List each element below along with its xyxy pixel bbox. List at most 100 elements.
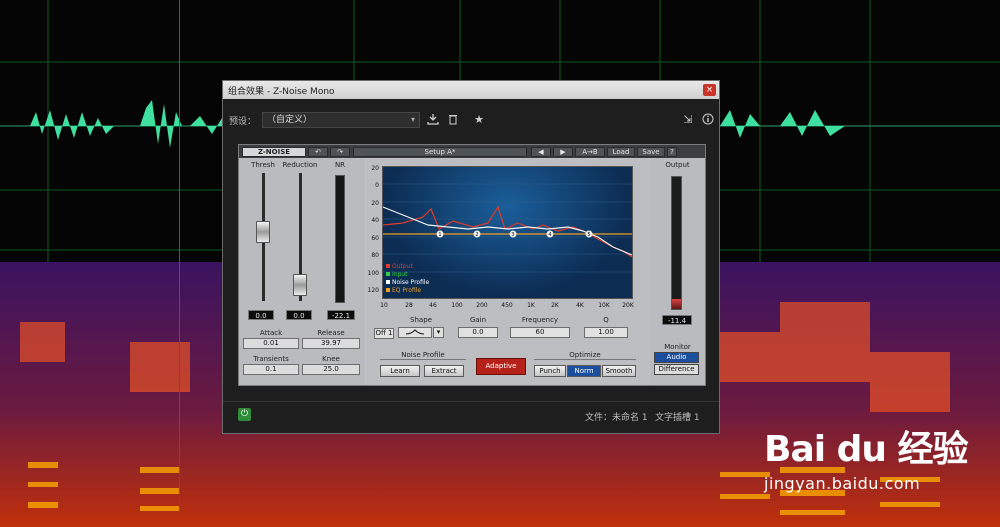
y-tick: 20 bbox=[371, 165, 379, 172]
save-button[interactable]: Save bbox=[637, 146, 665, 157]
reduction-fader-knob[interactable] bbox=[293, 274, 307, 296]
dialog-statusbar: ⏻ 文件：未命名 1 文字插槽 1 bbox=[223, 401, 719, 433]
x-tick: 100 bbox=[451, 302, 463, 309]
dialog-titlebar[interactable]: 组合效果 - Z-Noise Mono × bbox=[223, 81, 719, 99]
knee-label: Knee bbox=[322, 355, 340, 363]
info-icon[interactable] bbox=[701, 113, 715, 127]
reduction-value[interactable]: 0.0 bbox=[286, 310, 312, 320]
preset-label: 预设： bbox=[229, 116, 257, 127]
close-button[interactable]: × bbox=[703, 84, 716, 96]
preset-row: 预设： （自定义） ▾ ★ ⇲ bbox=[229, 111, 715, 129]
preset-select[interactable]: （自定义） ▾ bbox=[262, 112, 421, 128]
legend-eq-profile: EQ Profile bbox=[386, 287, 421, 294]
next-setup-button[interactable]: ▶ bbox=[553, 146, 573, 157]
z-noise-plugin: Z-NOISE ↶ ↷ Setup A* ◀ ▶ A→B Load Save ?… bbox=[238, 144, 706, 386]
band-number-3: 3 bbox=[511, 232, 514, 238]
x-tick: 1K bbox=[527, 302, 535, 309]
noise-profile-label: Noise Profile bbox=[380, 351, 466, 360]
eq-section: 20 0 20 40 60 80 100 120 1 2 3 4 5 Outpu… bbox=[366, 158, 649, 385]
y-tick: 100 bbox=[367, 270, 379, 277]
gain-label: Gain bbox=[469, 316, 487, 324]
setup-name[interactable]: Setup A* bbox=[353, 146, 527, 157]
y-tick: 120 bbox=[367, 287, 379, 294]
redo-button[interactable]: ↷ bbox=[330, 146, 350, 157]
shape-label: Shape bbox=[410, 316, 432, 324]
a-to-b-button[interactable]: A→B bbox=[575, 146, 605, 157]
output-value: -11.4 bbox=[662, 315, 692, 325]
band-number-4: 4 bbox=[548, 232, 551, 238]
nr-label: NR bbox=[334, 161, 346, 169]
y-tick: 0 bbox=[375, 182, 379, 189]
x-tick: 28 bbox=[405, 302, 413, 309]
band-number-2: 2 bbox=[475, 232, 478, 238]
q-value[interactable]: 1.00 bbox=[584, 327, 628, 338]
save-preset-icon[interactable] bbox=[426, 113, 440, 127]
noise-profile-curve bbox=[383, 206, 632, 256]
transients-value[interactable]: 0.1 bbox=[243, 364, 299, 375]
help-button[interactable]: ? bbox=[667, 146, 677, 157]
dialog-title: 组合效果 - Z-Noise Mono bbox=[228, 86, 335, 97]
load-button[interactable]: Load bbox=[607, 146, 635, 157]
output-label: Output bbox=[665, 161, 690, 169]
baidu-watermark: Bai du 经验 jingyan.baidu.com bbox=[764, 420, 969, 493]
attack-value[interactable]: 0.01 bbox=[243, 338, 299, 349]
threshold-section: Thresh Reduction NR 0.0 0.0 -22.1 Attack… bbox=[239, 158, 365, 385]
favorite-star-icon[interactable]: ★ bbox=[472, 113, 486, 127]
transients-label: Transients bbox=[253, 355, 289, 363]
output-meter bbox=[671, 176, 682, 310]
x-tick: 20K bbox=[622, 302, 634, 309]
prev-setup-button[interactable]: ◀ bbox=[531, 146, 551, 157]
q-label: Q bbox=[603, 316, 609, 324]
x-tick: 46 bbox=[429, 302, 437, 309]
slot-status: 文字插槽 1 bbox=[655, 413, 700, 423]
nr-meter bbox=[335, 175, 345, 303]
output-section: Output -11.4 Monitor Audio Difference bbox=[650, 158, 705, 385]
nr-value: -22.1 bbox=[327, 310, 355, 320]
x-tick: 10 bbox=[380, 302, 388, 309]
playhead[interactable] bbox=[179, 0, 180, 527]
optimize-label: Optimize bbox=[534, 351, 636, 360]
shape-select[interactable] bbox=[398, 327, 432, 338]
knee-value[interactable]: 25.0 bbox=[302, 364, 360, 375]
route-icon[interactable]: ⇲ bbox=[681, 113, 695, 127]
release-value[interactable]: 39.97 bbox=[302, 338, 360, 349]
bell-shape-icon bbox=[405, 329, 425, 335]
thresh-fader-knob[interactable] bbox=[256, 221, 270, 243]
trash-icon[interactable] bbox=[446, 113, 460, 127]
plugin-toolbar: Z-NOISE ↶ ↷ Setup A* ◀ ▶ A→B Load Save ? bbox=[239, 145, 705, 158]
x-tick: 4K bbox=[576, 302, 584, 309]
x-tick: 10K bbox=[598, 302, 610, 309]
thresh-value[interactable]: 0.0 bbox=[248, 310, 274, 320]
frequency-value[interactable]: 60 bbox=[510, 327, 570, 338]
thresh-label: Thresh bbox=[251, 161, 275, 169]
power-icon[interactable]: ⏻ bbox=[238, 408, 251, 421]
spectrum-graph[interactable]: 1 2 3 4 5 Output Input Noise Profile EQ … bbox=[382, 166, 633, 299]
file-status: 文件：未命名 1 bbox=[585, 413, 648, 423]
watermark-brand: Bai du 经验 bbox=[764, 429, 969, 470]
preset-value: （自定义） bbox=[267, 115, 313, 125]
watermark-url: jingyan.baidu.com bbox=[764, 474, 921, 493]
audio-monitor-button[interactable]: Audio bbox=[654, 352, 699, 363]
chevron-down-icon: ▾ bbox=[411, 115, 416, 124]
adaptive-button[interactable]: Adaptive bbox=[476, 358, 526, 375]
y-tick: 80 bbox=[371, 252, 379, 259]
learn-button[interactable]: Learn bbox=[380, 365, 420, 377]
norm-button[interactable]: Norm bbox=[567, 365, 601, 377]
shape-dropdown-icon[interactable]: ▾ bbox=[433, 327, 444, 338]
extract-button[interactable]: Extract bbox=[424, 365, 464, 377]
punch-button[interactable]: Punch bbox=[534, 365, 566, 377]
gain-value[interactable]: 0.0 bbox=[458, 327, 498, 338]
legend-output: Output bbox=[386, 263, 413, 270]
y-tick: 60 bbox=[371, 235, 379, 242]
y-tick: 20 bbox=[371, 200, 379, 207]
x-tick: 450 bbox=[501, 302, 513, 309]
y-tick: 40 bbox=[371, 217, 379, 224]
band-number-5: 5 bbox=[587, 232, 590, 238]
z-noise-logo: Z-NOISE bbox=[242, 146, 306, 157]
undo-button[interactable]: ↶ bbox=[308, 146, 328, 157]
output-curve bbox=[383, 205, 632, 258]
band-off-toggle[interactable]: Off 1 bbox=[374, 328, 394, 339]
smooth-button[interactable]: Smooth bbox=[602, 365, 636, 377]
x-tick: 2K bbox=[551, 302, 559, 309]
difference-monitor-button[interactable]: Difference bbox=[654, 364, 699, 375]
